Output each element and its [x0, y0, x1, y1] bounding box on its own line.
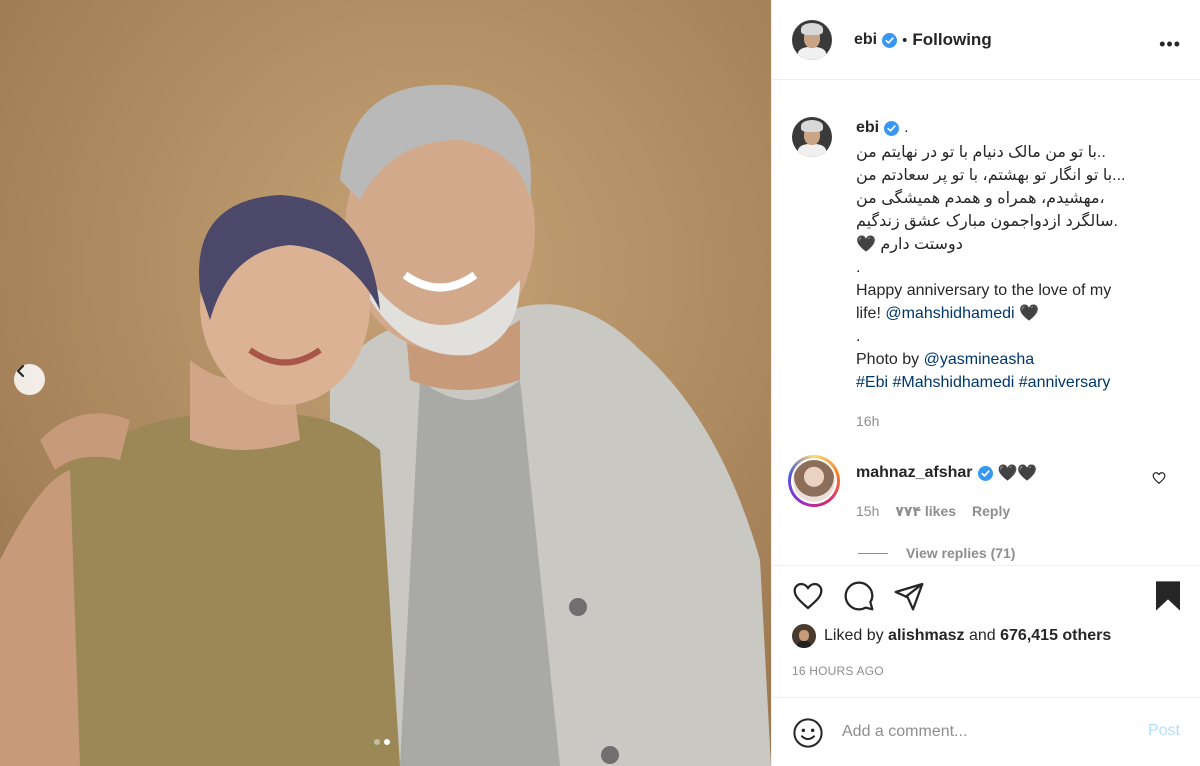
- heart-icon: [1152, 472, 1166, 485]
- post-comment-button[interactable]: Post: [1148, 722, 1180, 740]
- heart-icon: [793, 582, 823, 610]
- caption-english-1: Happy anniversary to the love of my: [856, 282, 1112, 299]
- hashtags-link[interactable]: #Ebi #Mahshidhamedi #anniversary: [856, 371, 1176, 394]
- liker-avatar[interactable]: [792, 624, 816, 648]
- likes-summary: Liked by alishmasz and 676,415 others: [792, 624, 1111, 648]
- likes-prefix: Liked by: [824, 627, 889, 644]
- header-separator: •: [902, 31, 908, 49]
- comments-section: ebi . ..با تو من مالک دنیام با تو در نها…: [772, 81, 1200, 565]
- caption-dot: .: [856, 328, 861, 345]
- caption-suffix: .: [904, 119, 909, 136]
- reply-button[interactable]: Reply: [972, 503, 1010, 520]
- comment-like-heart-icon[interactable]: [1152, 471, 1166, 490]
- caption-text-fragment: 🖤: [1014, 305, 1039, 322]
- commenter-username[interactable]: mahnaz_afshar: [856, 464, 973, 482]
- save-button[interactable]: [1152, 580, 1184, 617]
- post-side-panel: ebi • Following ••• ebi . ..با تو من مال…: [771, 0, 1200, 766]
- caption-text-fragment: Photo by: [856, 351, 924, 368]
- likes-text: Liked by alishmasz and 676,415 others: [824, 627, 1111, 645]
- comment-text: 🖤🖤: [997, 465, 1038, 482]
- more-options-icon[interactable]: •••: [1159, 34, 1181, 55]
- post-photo[interactable]: [0, 0, 771, 766]
- post-timestamp[interactable]: 16 HOURS AGO: [792, 664, 884, 678]
- caption-user: ebi .: [856, 119, 909, 137]
- mention-link[interactable]: @yasmineasha: [924, 351, 1035, 368]
- add-comment-bar: Post: [772, 697, 1200, 766]
- caption-line: .: [856, 259, 861, 276]
- caption-line: دوستت دارم 🖤: [856, 236, 963, 253]
- comment-input[interactable]: [842, 718, 1122, 746]
- caption-username[interactable]: ebi: [856, 119, 879, 137]
- caption-line: ..با تو من مالک دنیام با تو در نهایتم من: [856, 144, 1106, 161]
- likes-count[interactable]: 676,415 others: [1000, 627, 1111, 644]
- bookmark-icon: [1156, 581, 1180, 611]
- send-paper-plane-icon: [894, 582, 924, 611]
- header-user: ebi • Following: [854, 30, 992, 50]
- author-avatar[interactable]: [792, 20, 832, 60]
- comment-button[interactable]: [843, 580, 875, 617]
- commenter-avatar[interactable]: [788, 455, 840, 507]
- carousel-dot: [374, 739, 380, 745]
- verified-badge-icon: [882, 32, 898, 48]
- caption-photo-credit: Photo by @yasmineasha: [856, 348, 1176, 371]
- replies-divider: [858, 552, 888, 554]
- emoji-button[interactable]: [792, 717, 824, 754]
- carousel-dots: [374, 739, 390, 745]
- view-replies-label: View replies (71): [906, 545, 1016, 561]
- comment-meta: 15h ۷۷۴ likes Reply: [856, 503, 1010, 520]
- caption-text-fragment: life!: [856, 305, 886, 322]
- comment-line: mahnaz_afshar 🖤🖤: [856, 463, 1037, 483]
- share-button[interactable]: [893, 580, 925, 617]
- caption-text: ..با تو من مالک دنیام با تو در نهایتم من…: [856, 141, 1176, 394]
- carousel-prev-button[interactable]: [14, 364, 45, 395]
- header-username[interactable]: ebi: [854, 31, 877, 49]
- caption-line: ،مهشیدم، همراه و همدم همیشگی من: [856, 190, 1105, 207]
- caption-time[interactable]: 16h: [856, 413, 879, 429]
- caption-author-avatar[interactable]: [792, 117, 832, 157]
- couple-photo: [0, 0, 771, 766]
- caption-line: .سالگرد ازدواجمون مبارک عشق زندگیم: [856, 213, 1118, 230]
- comment-time[interactable]: 15h: [856, 503, 879, 520]
- chevron-left-icon: [16, 364, 25, 378]
- likes-middle: and: [964, 627, 1001, 644]
- like-button[interactable]: [792, 580, 824, 617]
- view-replies-button[interactable]: View replies (71): [858, 545, 1015, 561]
- action-bar: [772, 565, 1200, 625]
- verified-badge-icon: [977, 465, 993, 481]
- following-button[interactable]: Following: [912, 30, 991, 50]
- caption-english-2: life! @mahshidhamedi 🖤: [856, 302, 1176, 325]
- comment-bubble-icon: [844, 581, 874, 611]
- caption-line: ...با تو انگار تو بهشتم، با تو پر سعادتم…: [856, 167, 1126, 184]
- verified-badge-icon: [884, 120, 900, 136]
- carousel-dot-active: [384, 739, 390, 745]
- mention-link[interactable]: @mahshidhamedi: [885, 305, 1014, 322]
- smiley-icon: [793, 718, 823, 748]
- post-header: ebi • Following •••: [772, 0, 1200, 80]
- comment-likes[interactable]: ۷۷۴ likes: [895, 503, 956, 520]
- liker-username[interactable]: alishmasz: [888, 627, 964, 644]
